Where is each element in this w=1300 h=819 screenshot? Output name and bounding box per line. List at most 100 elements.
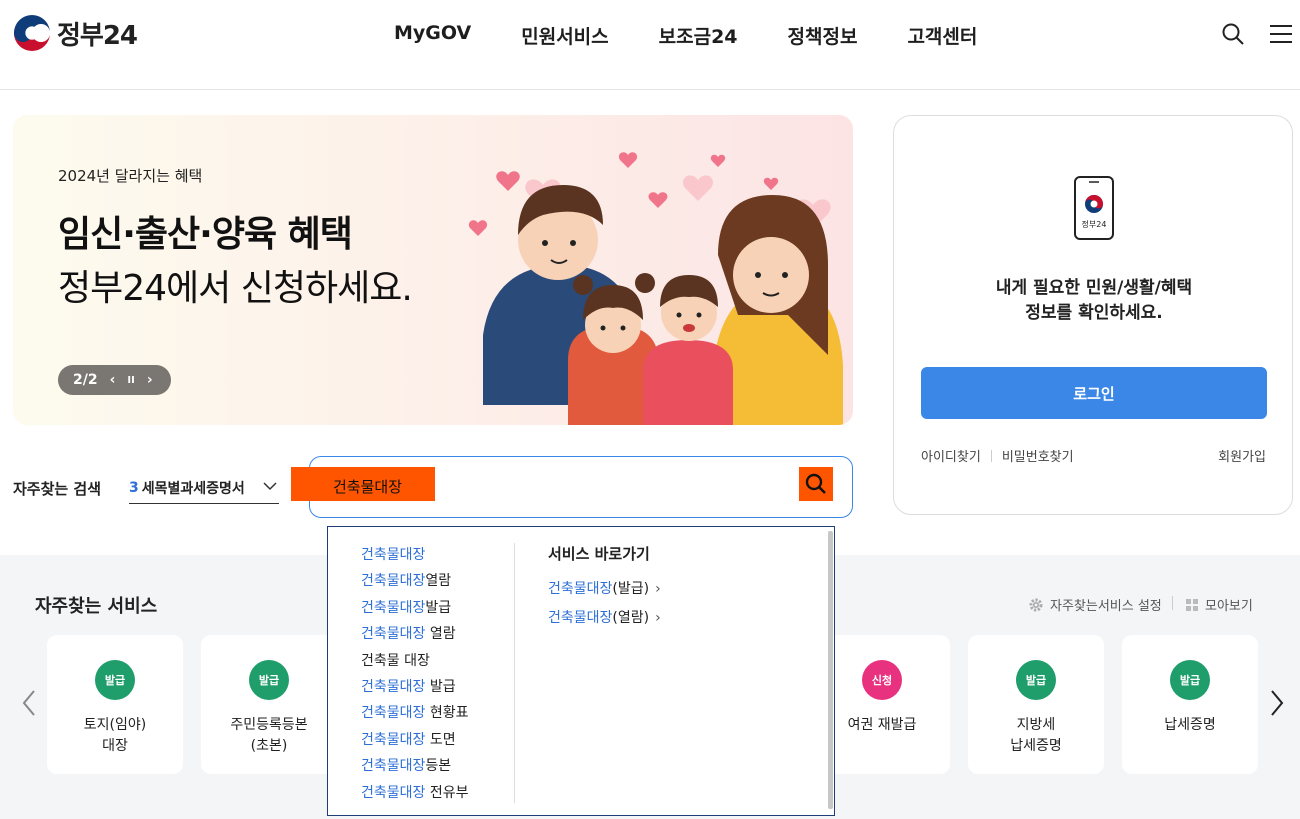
frequent-search-select[interactable]: 3 세목별과세증명서 xyxy=(129,472,279,504)
main-nav: MyGOV 민원서비스 보조금24 정책정보 고객센터 xyxy=(394,22,1027,49)
frequent-search-keyword: 세목별과세증명서 xyxy=(141,480,245,497)
find-password-link[interactable]: 비밀번호찾기 xyxy=(1002,446,1074,465)
service-shortcut-link[interactable]: 건축물대장(발급) › xyxy=(548,578,661,598)
service-card-land-register[interactable]: 발급 토지(임야) 대장 xyxy=(47,635,183,774)
shortcut-match: 건축물대장 xyxy=(548,581,613,597)
nav-customer-center[interactable]: 고객센터 xyxy=(907,22,977,49)
banner-title-2: 정부24에서 신청하세요. xyxy=(58,268,413,309)
frequent-search-label: 자주찾는 검색 xyxy=(13,480,102,498)
autocomplete-rest: 도면 xyxy=(425,731,456,748)
autocomplete-item[interactable]: 건축물대장 도면 xyxy=(361,727,469,753)
site-logo[interactable]: 정부24 xyxy=(13,14,138,52)
apply-badge: 신청 xyxy=(862,660,902,700)
search-icon[interactable] xyxy=(1221,22,1245,46)
search-submit-button[interactable] xyxy=(799,467,833,501)
autocomplete-match: 건축물대장 xyxy=(361,731,426,748)
service-shortcuts: 서비스 바로가기 건축물대장(발급) › 건축물대장(열람) › xyxy=(548,543,661,636)
issue-badge: 발급 xyxy=(95,660,135,700)
login-button[interactable]: 로그인 xyxy=(921,367,1267,419)
autocomplete-match: 건축물대장 xyxy=(361,547,426,563)
divider xyxy=(1172,596,1173,610)
chevron-down-icon xyxy=(263,482,277,491)
search-autocomplete-dropdown: 건축물대장 건축물대장열람 건축물대장발급 건축물대장 열람 건축물 대장 건축… xyxy=(327,526,835,816)
view-all-button[interactable]: 모아보기 xyxy=(1185,595,1253,614)
issue-badge: 발급 xyxy=(1016,660,1056,700)
frequent-services-setting-button[interactable]: 자주찾는서비스 설정 xyxy=(1028,595,1162,614)
autocomplete-rest: 발급 xyxy=(425,678,456,695)
gear-icon xyxy=(1029,598,1043,611)
issue-badge: 발급 xyxy=(1170,660,1210,700)
issue-badge: 발급 xyxy=(249,660,289,700)
service-card-tax-certificate[interactable]: 발급 납세증명 xyxy=(1122,635,1258,774)
autocomplete-item[interactable]: 건축물 대장 xyxy=(361,648,469,674)
hamburger-menu-icon[interactable] xyxy=(1270,24,1292,44)
phone-label: 정부24 xyxy=(1081,220,1107,229)
autocomplete-rest: 현황표 xyxy=(425,705,469,722)
autocomplete-item[interactable]: 건축물대장등본 xyxy=(361,753,469,779)
autocomplete-match: 건축물대장 xyxy=(361,678,426,695)
autocomplete-item[interactable]: 건축물대장 xyxy=(361,542,469,568)
find-id-link[interactable]: 아이디찾기 xyxy=(921,446,981,465)
login-message-line2: 정보를 확인하세요. xyxy=(1025,303,1163,323)
autocomplete-item[interactable]: 건축물대장 발급 xyxy=(361,674,469,700)
service-card-name: 토지(임야) 대장 xyxy=(83,717,147,754)
taegeuk-logo-icon xyxy=(13,14,51,52)
scrollbar[interactable] xyxy=(828,531,833,809)
chevron-right-icon: › xyxy=(655,610,661,626)
prev-arrow-icon[interactable]: ‹ xyxy=(110,372,116,388)
banner-pager: 2/2 ‹ II › xyxy=(58,365,171,395)
autocomplete-match: 건축물대장 xyxy=(361,599,426,616)
autocomplete-match: 건축물대장 xyxy=(361,784,426,801)
autocomplete-match: 건축물대장 xyxy=(361,705,426,722)
mobile-phone-icon xyxy=(1074,176,1114,240)
login-card: 정부24 내게 필요한 민원/생활/혜택 정보를 확인하세요. 로그인 아이디찾… xyxy=(893,115,1293,515)
chevron-right-icon[interactable] xyxy=(1266,687,1288,719)
autocomplete-match: 건축물대장 xyxy=(361,758,426,775)
autocomplete-rest: 열람 xyxy=(425,626,456,643)
autocomplete-rest: 전유부 xyxy=(425,784,469,801)
autocomplete-item[interactable]: 건축물대장 열람 xyxy=(361,621,469,647)
banner-subtitle: 2024년 달라지는 혜택 xyxy=(58,167,203,185)
nav-policy-info[interactable]: 정책정보 xyxy=(788,22,858,49)
search-icon xyxy=(805,473,826,494)
shortcut-rest: (열람) xyxy=(612,610,650,626)
service-shortcut-link[interactable]: 건축물대장(열람) › xyxy=(548,607,661,627)
frequent-services-title: 자주찾는 서비스 xyxy=(35,596,158,617)
logo-text: 정부24 xyxy=(57,20,138,51)
autocomplete-item[interactable]: 건축물대장 전유부 xyxy=(361,780,469,806)
service-card-name: 납세증명 xyxy=(1164,717,1216,733)
next-arrow-icon[interactable]: › xyxy=(147,372,153,388)
service-card-local-tax-certificate[interactable]: 발급 지방세 납세증명 xyxy=(968,635,1104,774)
join-link[interactable]: 회원가입 xyxy=(1218,446,1266,465)
chevron-left-icon[interactable] xyxy=(18,687,40,719)
grid-icon xyxy=(1186,598,1198,611)
autocomplete-item[interactable]: 건축물대장 현황표 xyxy=(361,700,469,726)
service-card-name: 지방세 납세증명 xyxy=(1010,717,1062,754)
nav-mygov[interactable]: MyGOV xyxy=(394,22,471,49)
autocomplete-divider xyxy=(514,543,515,803)
autocomplete-match: 건축물대장 xyxy=(361,626,426,643)
autocomplete-match: 건축물대장 xyxy=(361,573,426,590)
autocomplete-rest: 발급 xyxy=(425,599,452,616)
family-illustration xyxy=(468,152,843,425)
chevron-right-icon: › xyxy=(655,581,661,597)
nav-subsidy24[interactable]: 보조금24 xyxy=(659,22,738,49)
autocomplete-rest: 등본 xyxy=(425,758,452,775)
autocomplete-item[interactable]: 건축물대장열람 xyxy=(361,568,469,594)
link-divider xyxy=(990,449,992,462)
autocomplete-rest: 건축물 대장 xyxy=(361,652,430,669)
frequent-search-rank: 3 xyxy=(129,479,139,496)
service-card-name: 주민등록등본 (초본) xyxy=(230,717,308,754)
banner-title: 임신·출산·양육 혜택 xyxy=(58,214,353,255)
login-message: 내게 필요한 민원/생활/혜택 정보를 확인하세요. xyxy=(894,276,1294,326)
pause-icon[interactable]: II xyxy=(127,375,134,386)
autocomplete-item[interactable]: 건축물대장발급 xyxy=(361,595,469,621)
service-card-resident-register[interactable]: 발급 주민등록등본 (초본) xyxy=(201,635,337,774)
banner-page-count: 2/2 xyxy=(73,372,98,388)
search-input[interactable] xyxy=(333,472,653,500)
site-header: 정부24 MyGOV 민원서비스 보조금24 정책정보 고객센터 xyxy=(0,0,1300,90)
main-banner[interactable]: 2024년 달라지는 혜택 임신·출산·양육 혜택 정부24에서 신청하세요. … xyxy=(13,115,853,425)
view-all-label: 모아보기 xyxy=(1205,599,1253,614)
shortcut-match: 건축물대장 xyxy=(548,610,613,626)
nav-civil-service[interactable]: 민원서비스 xyxy=(521,22,608,49)
